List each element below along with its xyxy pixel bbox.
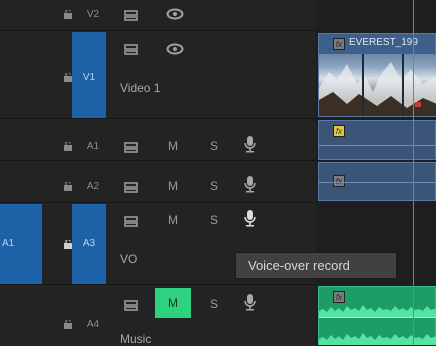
sync-lock-icon[interactable] — [124, 140, 138, 158]
microphone-icon[interactable] — [244, 135, 256, 158]
solo-button[interactable]: S — [204, 213, 224, 227]
track-label-a3[interactable]: A3 — [74, 238, 104, 249]
music-clip[interactable]: fx — [318, 286, 436, 345]
track-label-v1[interactable]: V1 — [74, 72, 104, 83]
fx-badge[interactable]: fx — [333, 175, 345, 187]
clip-thumbnail — [319, 54, 436, 116]
lock-icon[interactable] — [64, 142, 72, 151]
eye-icon[interactable] — [166, 42, 184, 60]
clip-title: EVEREST_199 — [349, 37, 418, 48]
microphone-icon[interactable] — [244, 175, 256, 198]
track-name-music[interactable]: Music — [120, 332, 151, 346]
track-name-vo[interactable]: VO — [120, 252, 137, 266]
fx-badge[interactable]: fx — [333, 38, 345, 50]
track-divider — [0, 118, 316, 119]
mute-button[interactable]: M — [163, 139, 183, 153]
track-divider — [0, 202, 316, 203]
track-name-video-1[interactable]: Video 1 — [120, 81, 160, 95]
lock-icon[interactable] — [64, 10, 72, 19]
lock-icon[interactable] — [64, 182, 72, 191]
track-divider — [0, 30, 316, 31]
mute-button[interactable]: M — [163, 179, 183, 193]
playhead[interactable] — [413, 0, 414, 345]
sync-lock-icon[interactable] — [124, 180, 138, 198]
voice-over-record-tooltip: Voice-over record — [235, 252, 397, 279]
voice-over-record-icon[interactable] — [244, 209, 256, 232]
solo-button[interactable]: S — [204, 179, 224, 193]
solo-button[interactable]: S — [204, 297, 224, 311]
solo-button[interactable]: S — [204, 139, 224, 153]
mute-button[interactable]: M — [163, 213, 183, 227]
volume-line — [319, 145, 436, 146]
track-label-a2[interactable]: A2 — [78, 181, 108, 192]
volume-line — [319, 182, 436, 183]
mute-button-active[interactable]: M — [155, 288, 191, 318]
eye-icon[interactable] — [166, 7, 184, 25]
sync-lock-icon[interactable] — [124, 298, 138, 316]
track-divider — [0, 284, 316, 285]
lock-icon[interactable] — [64, 73, 72, 82]
track-divider — [0, 160, 316, 161]
lock-icon[interactable] — [64, 320, 72, 329]
sync-lock-icon[interactable] — [124, 214, 138, 232]
lock-icon[interactable] — [64, 240, 72, 249]
track-label-a4[interactable]: A4 — [78, 319, 108, 330]
filmstrip-toggle-icon[interactable] — [124, 42, 138, 60]
audio-clip-a2[interactable]: fx — [318, 162, 436, 201]
video-clip[interactable]: fx EVEREST_199 — [318, 33, 436, 117]
track-label-v2[interactable]: V2 — [78, 9, 108, 20]
audio-clip-a1[interactable]: fx — [318, 120, 436, 160]
track-label-a1[interactable]: A1 — [78, 141, 108, 152]
microphone-icon[interactable] — [244, 293, 256, 316]
fx-badge[interactable]: fx — [333, 125, 345, 137]
filmstrip-toggle-icon[interactable] — [124, 8, 138, 26]
source-patch-label[interactable]: A1 — [2, 238, 26, 249]
audio-waveform — [319, 305, 436, 345]
